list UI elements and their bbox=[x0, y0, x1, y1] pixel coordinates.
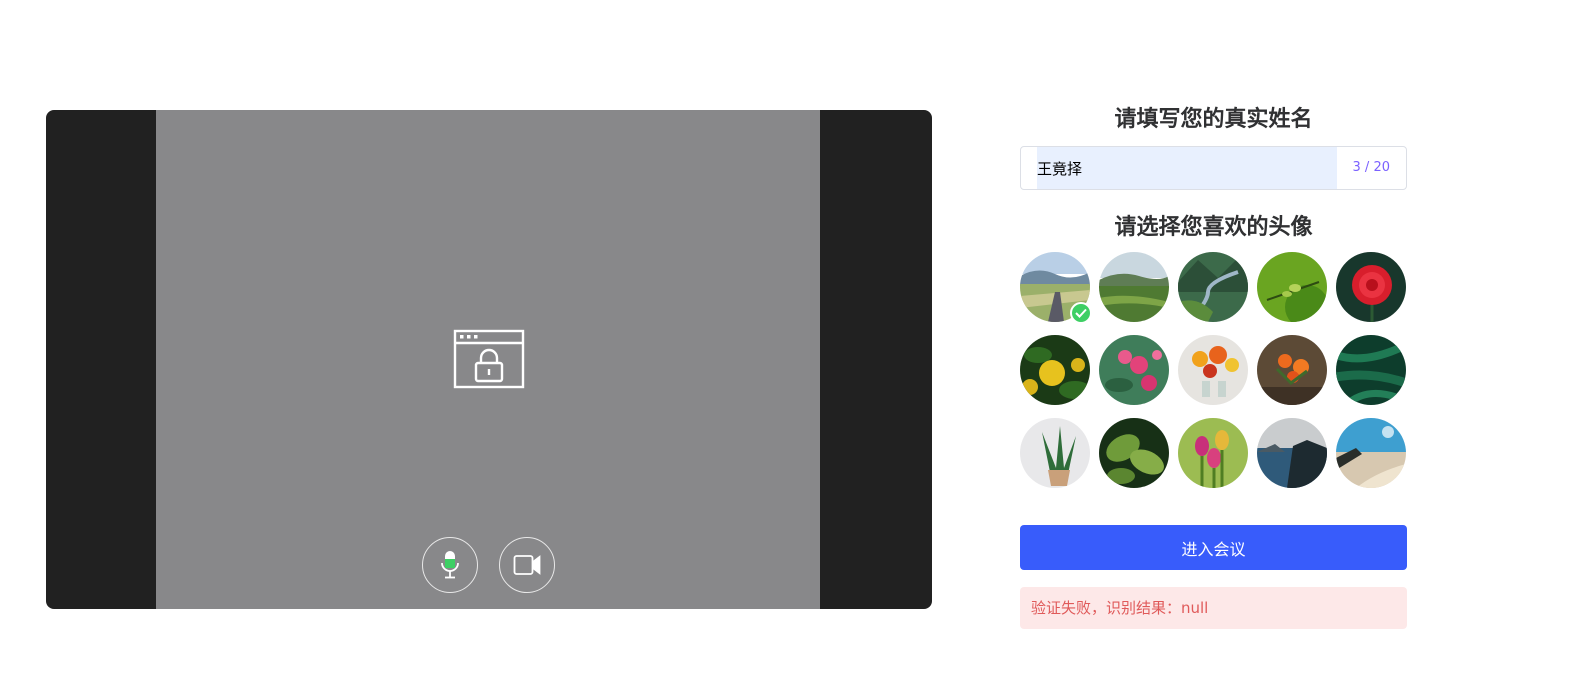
avatar-option-5[interactable] bbox=[1336, 252, 1406, 322]
join-form: 请填写您的真实姓名 3 / 20 请选择您喜欢的头像 bbox=[1020, 100, 1407, 629]
avatar-option-14[interactable] bbox=[1257, 418, 1327, 488]
selected-check-icon bbox=[1070, 302, 1092, 324]
avatar-option-15[interactable] bbox=[1336, 418, 1406, 488]
avatar-option-12[interactable] bbox=[1099, 418, 1169, 488]
avatar-option-11[interactable] bbox=[1020, 418, 1090, 488]
name-char-count: 3 / 20 bbox=[1352, 160, 1390, 175]
avatar-option-2[interactable] bbox=[1099, 252, 1169, 322]
avatar-option-13[interactable] bbox=[1178, 418, 1248, 488]
video-preview bbox=[46, 110, 932, 609]
browser-lock-icon bbox=[453, 329, 525, 389]
name-title: 请填写您的真实姓名 bbox=[1114, 107, 1313, 132]
avatar-option-3[interactable] bbox=[1178, 252, 1248, 322]
microphone-toggle-button[interactable] bbox=[422, 537, 478, 593]
error-message: 验证失败，识别结果：null bbox=[1020, 587, 1407, 629]
avatar-option-10[interactable] bbox=[1336, 335, 1406, 405]
avatar-option-9[interactable] bbox=[1257, 335, 1327, 405]
avatar-option-8[interactable] bbox=[1178, 335, 1248, 405]
name-field[interactable]: 3 / 20 bbox=[1020, 146, 1407, 190]
video-camera-icon bbox=[513, 555, 541, 575]
avatar-option-4[interactable] bbox=[1257, 252, 1327, 322]
avatar-grid bbox=[1020, 252, 1407, 488]
enter-meeting-button[interactable]: 进入会议 bbox=[1020, 525, 1407, 570]
avatar-option-6[interactable] bbox=[1020, 335, 1090, 405]
camera-toggle-button[interactable] bbox=[499, 537, 555, 593]
avatar-title: 请选择您喜欢的头像 bbox=[1114, 215, 1313, 240]
name-input[interactable] bbox=[1037, 147, 1337, 189]
avatar-option-7[interactable] bbox=[1099, 335, 1169, 405]
camera-stage bbox=[156, 110, 820, 609]
microphone-icon bbox=[441, 551, 459, 579]
avatar-option-1[interactable] bbox=[1020, 252, 1092, 324]
